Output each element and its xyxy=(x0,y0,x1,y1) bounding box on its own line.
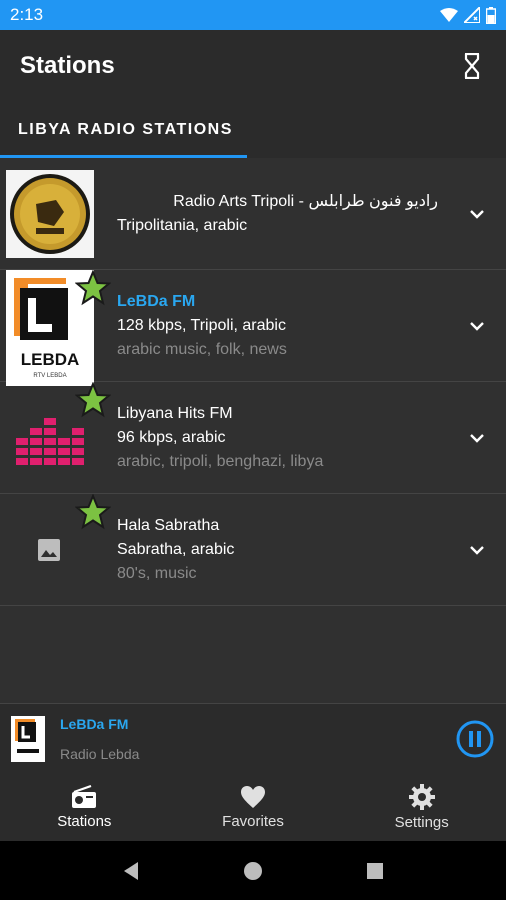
image-placeholder-icon xyxy=(38,539,60,561)
station-name: Libyana Hits FM xyxy=(117,405,233,422)
station-row[interactable]: Hala Sabratha Sabratha, arabic 80's, mus… xyxy=(0,494,506,606)
nav-label: Stations xyxy=(57,812,112,830)
chevron-down-icon[interactable] xyxy=(468,205,486,223)
now-playing-title: LeBDa FM xyxy=(60,716,129,732)
favorite-star-icon[interactable] xyxy=(75,494,111,530)
station-list: Radio Arts Tripoli - راديو فنون طرابلس T… xyxy=(0,158,506,703)
station-logo-box xyxy=(0,158,117,270)
sleep-timer-button[interactable] xyxy=(458,48,486,84)
now-playing-logo xyxy=(11,716,45,762)
station-info: 128 kbps, Tripoli, arabic xyxy=(117,317,286,334)
station-info: 96 kbps, arabic xyxy=(117,429,226,446)
nav-settings[interactable]: Settings xyxy=(337,773,506,841)
app-toolbar: Stations xyxy=(0,30,506,102)
station-info: Sabratha, arabic xyxy=(117,541,235,558)
hourglass-icon xyxy=(464,53,480,79)
chevron-down-icon[interactable] xyxy=(468,429,486,447)
wifi-icon xyxy=(440,8,458,22)
tab-label: LIBYA RADIO STATIONS xyxy=(18,121,233,138)
status-bar: 2:13 xyxy=(0,0,506,30)
station-name: Radio Arts Tripoli - راديو فنون طرابلس xyxy=(173,193,438,210)
station-text: Libyana Hits FM 96 kbps, arabic arabic, … xyxy=(117,382,446,494)
back-icon[interactable] xyxy=(122,861,140,881)
station-text: Hala Sabratha Sabratha, arabic 80's, mus… xyxy=(117,494,446,606)
station-logo-box xyxy=(0,494,117,606)
station-row[interactable]: LEBDA RTV LEBDA LeBDa FM 128 kbps, Tripo… xyxy=(0,270,506,386)
station-tags: arabic, tripoli, benghazi, libya xyxy=(117,453,324,470)
station-row[interactable]: Radio Arts Tripoli - راديو فنون طرابلس T… xyxy=(0,158,506,270)
now-playing-bar[interactable]: LeBDa FM Radio Lebda xyxy=(0,703,506,773)
gear-icon xyxy=(408,783,435,810)
status-icons xyxy=(440,6,496,24)
chevron-down-icon[interactable] xyxy=(468,541,486,559)
home-icon[interactable] xyxy=(243,861,263,881)
radio-icon xyxy=(72,784,97,808)
station-tags: arabic music, folk, news xyxy=(117,341,287,358)
station-name: Hala Sabratha xyxy=(117,517,220,534)
nav-label: Settings xyxy=(394,813,449,831)
system-navigation-bar xyxy=(0,841,506,900)
station-row[interactable]: Libyana Hits FM 96 kbps, arabic arabic, … xyxy=(0,382,506,494)
status-time: 2:13 xyxy=(10,5,44,24)
pause-button[interactable] xyxy=(456,720,494,758)
favorite-star-icon[interactable] xyxy=(75,382,111,418)
nav-label: Favorites xyxy=(222,812,284,830)
tab-libya-radio-stations[interactable]: LIBYA RADIO STATIONS xyxy=(0,102,247,158)
nav-stations[interactable]: Stations xyxy=(0,773,169,841)
svg-text:LEBDA: LEBDA xyxy=(21,350,80,369)
now-playing-subtitle: Radio Lebda xyxy=(60,746,140,762)
bottom-navigation: Stations Favorites Settings xyxy=(0,773,506,841)
nav-favorites[interactable]: Favorites xyxy=(169,773,338,841)
station-name: LeBDa FM xyxy=(117,293,196,310)
station-logo-box: LEBDA RTV LEBDA xyxy=(0,270,117,386)
tab-bar: LIBYA RADIO STATIONS xyxy=(0,102,506,158)
battery-icon xyxy=(486,6,496,24)
recents-icon[interactable] xyxy=(366,862,384,880)
svg-text:RTV LEBDA: RTV LEBDA xyxy=(33,373,66,379)
station-text: Radio Arts Tripoli - راديو فنون طرابلس T… xyxy=(117,158,446,270)
page-title: Stations xyxy=(20,52,115,79)
signal-icon xyxy=(464,7,480,23)
station-tags: 80's, music xyxy=(117,565,197,582)
radio-arts-logo xyxy=(6,170,94,258)
heart-icon xyxy=(241,785,265,808)
station-logo-box xyxy=(0,382,117,494)
station-info: Tripolitania, arabic xyxy=(117,217,248,234)
favorite-star-icon[interactable] xyxy=(75,270,111,306)
chevron-down-icon[interactable] xyxy=(468,317,486,335)
station-text: LeBDa FM 128 kbps, Tripoli, arabic arabi… xyxy=(117,270,446,382)
